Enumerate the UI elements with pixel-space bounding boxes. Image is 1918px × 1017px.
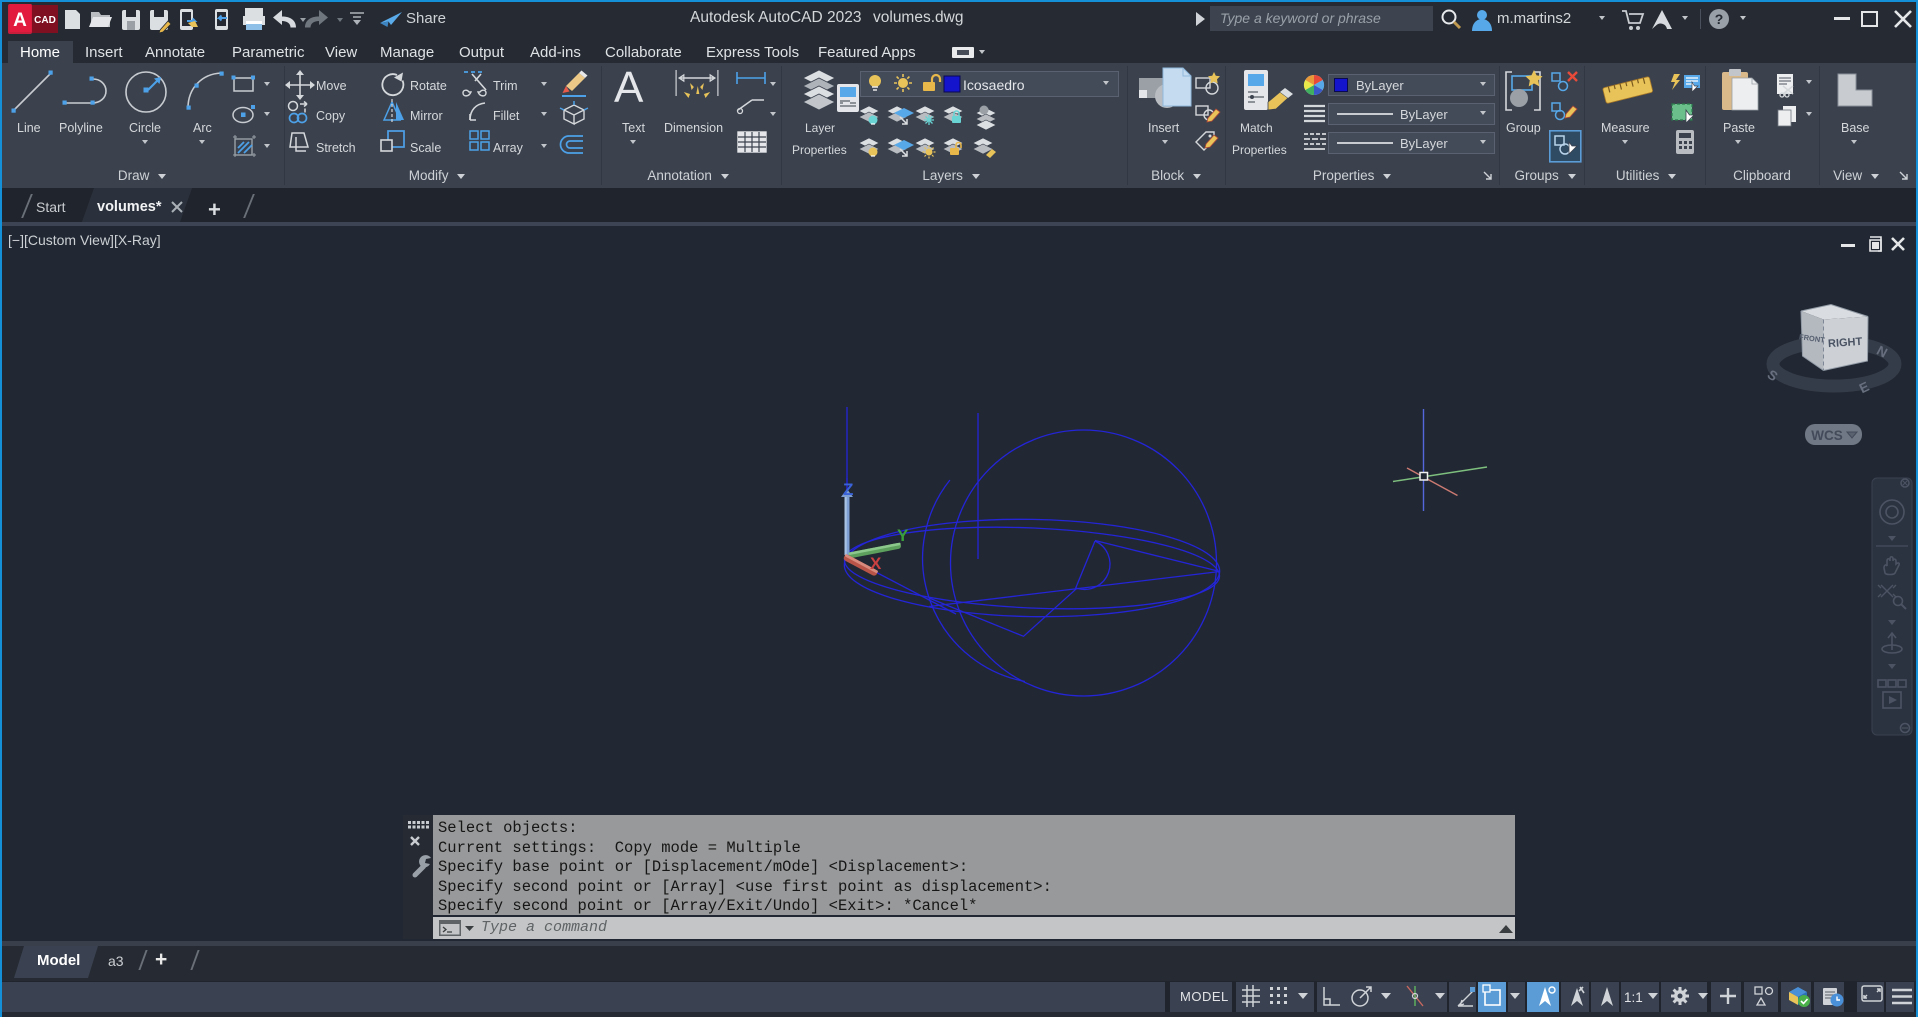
svg-text:X: X <box>870 554 882 573</box>
svg-text:Z: Z <box>843 480 853 499</box>
svg-text:Y: Y <box>897 526 909 545</box>
svg-text:WCS: WCS <box>1811 428 1843 443</box>
svg-text:RIGHT: RIGHT <box>1828 336 1863 350</box>
svg-text:1:1: 1:1 <box>1624 990 1643 1005</box>
